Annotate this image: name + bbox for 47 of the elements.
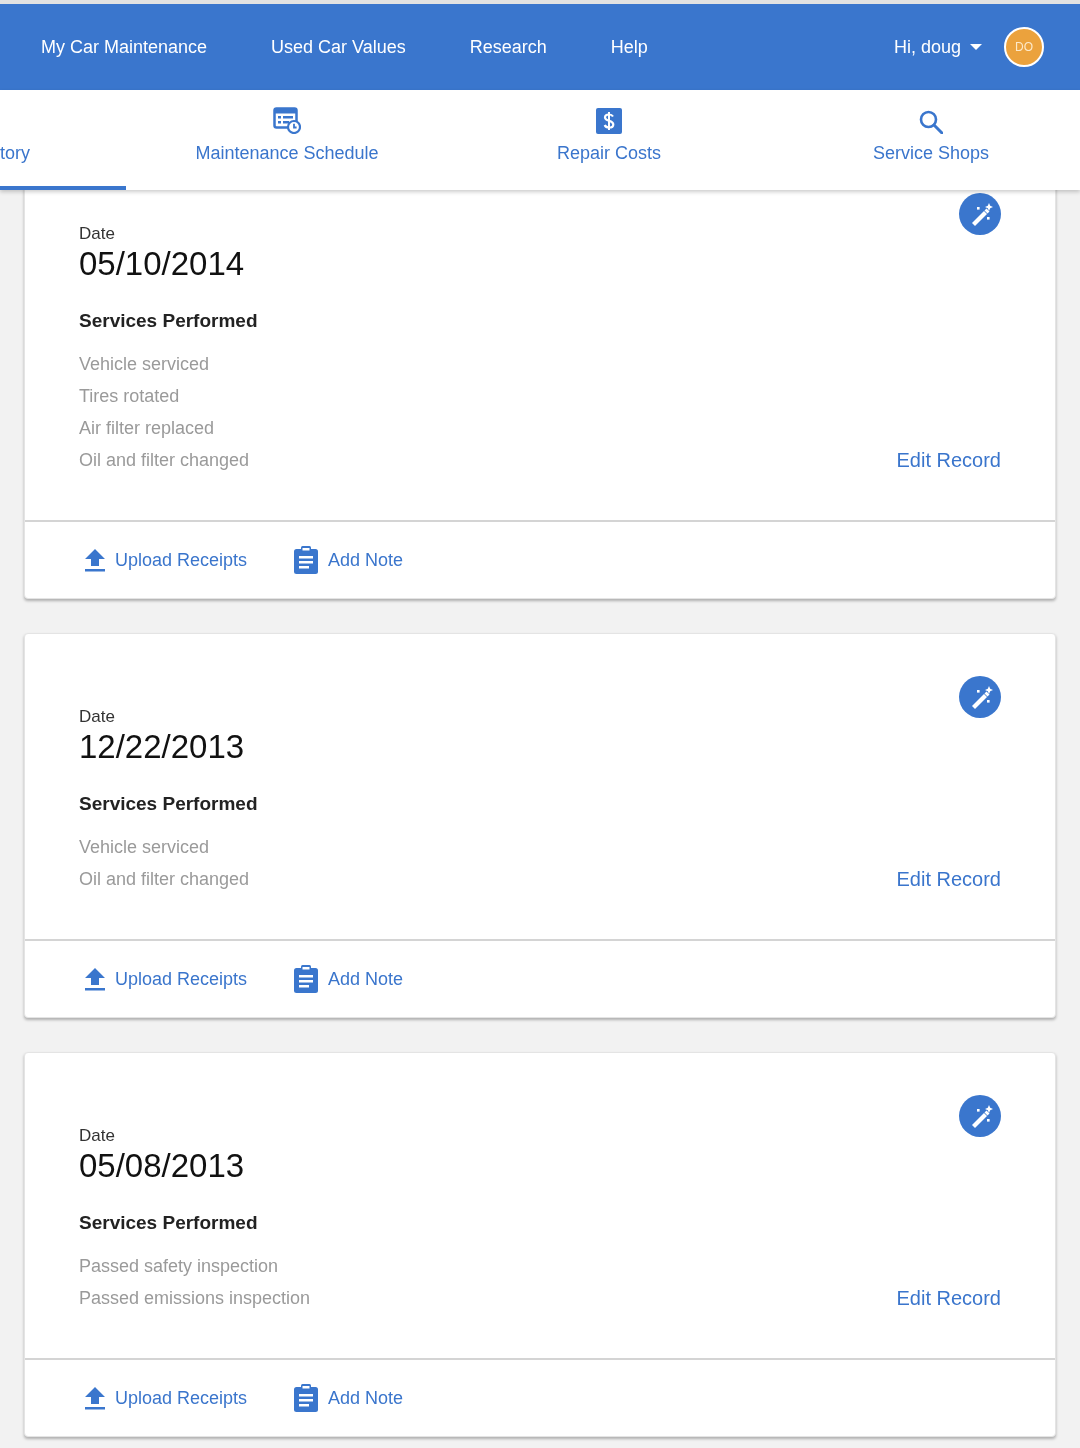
caret-down-icon: [970, 44, 982, 50]
date-label: Date: [79, 224, 116, 244]
service-item: Passed emissions inspection: [79, 1287, 311, 1310]
tab[interactable]: Repair Costs: [448, 90, 770, 190]
date-label: Date: [79, 1126, 116, 1146]
nav-link[interactable]: Research: [469, 33, 547, 61]
date-value: 05/08/2013: [79, 1146, 246, 1186]
wand-button[interactable]: [959, 1095, 1001, 1137]
edit-record-link[interactable]: Edit Record: [896, 863, 1001, 895]
tab[interactable]: Maintenance Schedule: [126, 90, 448, 190]
user-menu-button[interactable]: Hi, doug: [893, 33, 982, 61]
service-item: Passed safety inspection: [79, 1255, 280, 1278]
date-value: 12/22/2013: [79, 727, 246, 767]
nav-link[interactable]: My Car Maintenance: [41, 33, 208, 61]
services-heading: Services Performed: [79, 1211, 259, 1235]
date-value: 05/10/2014: [79, 244, 246, 284]
add-note-button[interactable]: Add Note: [294, 965, 404, 993]
service-item: Tires rotated: [79, 385, 181, 408]
upload-icon: [85, 967, 105, 991]
add-note-button[interactable]: Add Note: [294, 546, 404, 574]
tab[interactable]: Service Shops: [770, 90, 1080, 190]
upload-icon: [85, 1386, 105, 1410]
nav-link[interactable]: Used Car Values: [271, 33, 406, 61]
date-label: Date: [79, 707, 116, 727]
upload-receipts-button[interactable]: Upload Receipts: [85, 965, 248, 993]
upload-receipts-button[interactable]: Upload Receipts: [85, 546, 248, 574]
add-note-button[interactable]: Add Note: [294, 1384, 404, 1412]
services-heading: Services Performed: [79, 792, 258, 816]
wand-button[interactable]: [959, 676, 1001, 718]
service-item: Oil and filter changed: [79, 868, 251, 891]
service-item: Vehicle serviced: [79, 836, 211, 859]
edit-record-link[interactable]: Edit Record: [896, 444, 1001, 476]
service-item: Oil and filter changed: [79, 449, 251, 472]
nav-link[interactable]: Help: [610, 33, 648, 61]
clipboard-icon: [294, 965, 319, 993]
service-item: Air filter replaced: [79, 417, 216, 440]
upload-receipts-button[interactable]: Upload Receipts: [85, 1384, 248, 1412]
clipboard-icon: [294, 546, 319, 574]
services-heading: Services Performed: [79, 309, 258, 333]
search-icon: [919, 110, 943, 134]
calendar-clock-icon: [273, 107, 301, 134]
edit-record-link[interactable]: Edit Record: [896, 1282, 1001, 1314]
wand-button[interactable]: [959, 193, 1001, 235]
upload-icon: [85, 548, 105, 572]
clipboard-icon: [294, 1384, 319, 1412]
dollar-icon: [596, 108, 622, 134]
service-item: Vehicle serviced: [79, 353, 211, 376]
